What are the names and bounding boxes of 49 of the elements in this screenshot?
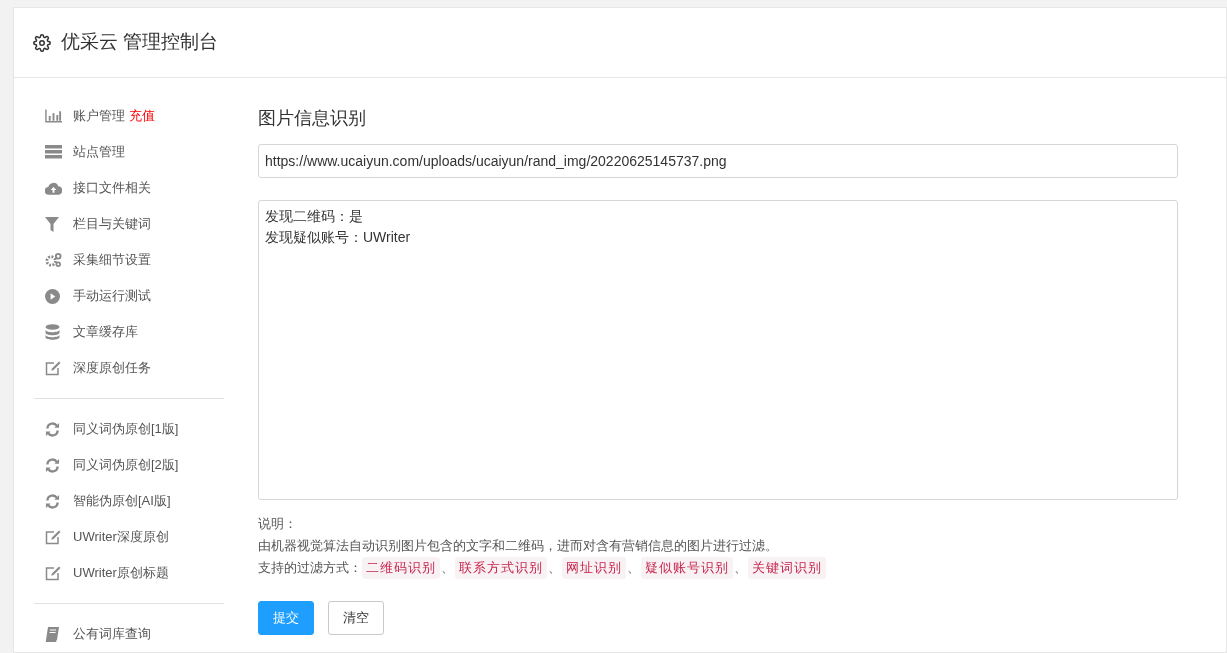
sidebar-link[interactable]: 账户管理	[73, 106, 125, 126]
result-line: 发现二维码：是	[265, 207, 363, 226]
filter-tag: 关键词识别	[748, 557, 826, 579]
filter-tag: 网址识别	[562, 557, 626, 579]
refresh-icon	[45, 457, 60, 473]
sidebar-link[interactable]: 栏目与关键词	[73, 214, 151, 234]
refresh-icon	[45, 493, 60, 509]
filters-label: 支持的过滤方式：	[258, 559, 362, 577]
console-title: 优采云 管理控制台	[61, 30, 219, 55]
refresh-icon	[45, 421, 60, 437]
sidebar-link[interactable]: 同义词伪原创[1版]	[73, 419, 179, 439]
sidebar-link[interactable]: 公有词库查询	[73, 624, 151, 644]
clear-button[interactable]: 清空	[328, 601, 384, 635]
result-textarea[interactable]: 发现二维码：是 发现疑似账号：UWriter	[258, 200, 1178, 500]
sidebar-link[interactable]: 同义词伪原创[2版]	[73, 455, 179, 475]
filter-icon	[45, 216, 59, 232]
sidebar-link[interactable]: 智能伪原创[AI版]	[73, 491, 171, 511]
filter-tag: 联系方式识别	[455, 557, 547, 579]
edit-icon	[45, 360, 61, 376]
recharge-link[interactable]: 充值	[129, 106, 155, 126]
sidebar-link[interactable]: 文章缓存库	[73, 322, 138, 342]
sidebar-link[interactable]: 采集细节设置	[73, 250, 151, 270]
sidebar-link[interactable]: 深度原创任务	[73, 358, 151, 378]
sidebar-link[interactable]: 接口文件相关	[73, 178, 151, 198]
notes-description: 由机器视觉算法自动识别图片包含的文字和二维码，进而对含有营销信息的图片进行过滤。	[258, 537, 779, 555]
notes-heading: 说明：	[258, 515, 298, 533]
gears-icon	[45, 252, 62, 268]
settings-icon	[33, 33, 51, 52]
result-line: 发现疑似账号：UWriter	[265, 228, 411, 247]
bar-chart-icon	[45, 109, 62, 123]
filter-tag: 二维码识别	[362, 557, 440, 579]
sidebar-link[interactable]: UWriter深度原创	[73, 527, 169, 547]
separator: 、	[733, 559, 748, 577]
edit-icon	[45, 529, 61, 545]
database-icon	[45, 324, 60, 340]
separator: 、	[440, 559, 455, 577]
separator: 、	[547, 559, 562, 577]
server-icon	[45, 145, 62, 159]
play-icon	[45, 288, 60, 304]
sidebar-link[interactable]: 站点管理	[73, 142, 125, 162]
book-icon	[45, 626, 59, 642]
filter-tag: 疑似账号识别	[641, 557, 733, 579]
page-title: 图片信息识别	[258, 107, 367, 130]
separator: 、	[626, 559, 641, 577]
url-field[interactable]: https://www.ucaiyun.com/uploads/ucaiyun/rand_img/20220625145737.png	[258, 144, 1178, 178]
sidebar-link[interactable]: 手动运行测试	[73, 286, 151, 306]
cloud-upload-icon	[45, 181, 62, 195]
sidebar-link[interactable]: UWriter原创标题	[73, 563, 169, 583]
edit-icon	[45, 565, 61, 581]
